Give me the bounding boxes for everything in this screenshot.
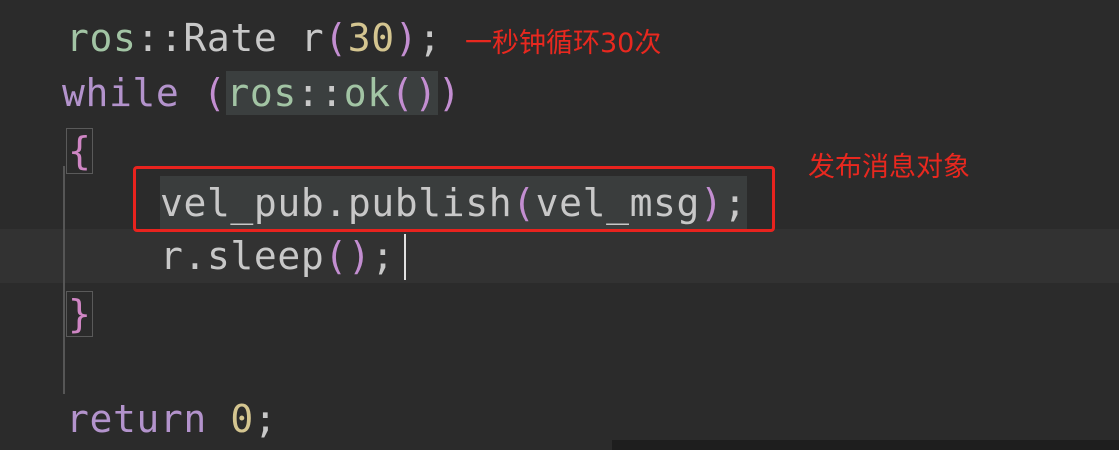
- type-token: Rate: [183, 16, 278, 60]
- call-parens: (): [324, 234, 372, 278]
- namespace-token: ros: [66, 16, 137, 60]
- code-line-7[interactable]: return 0;: [66, 392, 277, 446]
- keyword-while: while: [62, 71, 180, 115]
- bottom-panel-edge: [612, 440, 1119, 450]
- open-paren: (: [324, 16, 348, 60]
- open-paren: (: [202, 71, 227, 115]
- number-token: 30: [347, 16, 395, 60]
- code-line-2[interactable]: while (ros::ok()): [62, 66, 461, 120]
- text-cursor: [404, 234, 406, 280]
- annotation-loop-rate: 一秒钟循环30次: [465, 28, 662, 59]
- open-brace: {: [66, 127, 94, 174]
- code-line-3[interactable]: {: [66, 121, 94, 175]
- close-paren: ): [394, 16, 419, 60]
- close-brace: }: [66, 290, 94, 337]
- variable-token: r: [277, 16, 325, 60]
- semicolon: ;: [371, 234, 395, 278]
- semicolon: ;: [418, 16, 442, 60]
- indent-guide: [63, 166, 65, 394]
- scope-operator: ::: [136, 16, 184, 60]
- code-line-6[interactable]: }: [66, 284, 94, 338]
- annotation-highlight-box: [133, 166, 775, 232]
- annotation-publish: 发布消息对象: [808, 152, 970, 183]
- matched-expression: ros::ok(): [226, 71, 438, 115]
- sleep-call: r.sleep: [160, 234, 325, 278]
- function-token: ok: [343, 71, 391, 115]
- call-parens: (): [390, 71, 438, 115]
- number-token: 0: [230, 397, 254, 441]
- code-line-1[interactable]: ros::Rate r(30);: [66, 11, 442, 65]
- code-editor[interactable]: ros::Rate r(30); while (ros::ok()) { vel…: [0, 0, 1119, 450]
- code-line-5[interactable]: r.sleep();: [160, 229, 395, 283]
- semicolon: ;: [253, 397, 278, 441]
- keyword-return: return: [66, 397, 207, 441]
- namespace-token: ros: [226, 71, 297, 115]
- scope-operator: ::: [296, 71, 344, 115]
- close-paren: ): [437, 71, 462, 115]
